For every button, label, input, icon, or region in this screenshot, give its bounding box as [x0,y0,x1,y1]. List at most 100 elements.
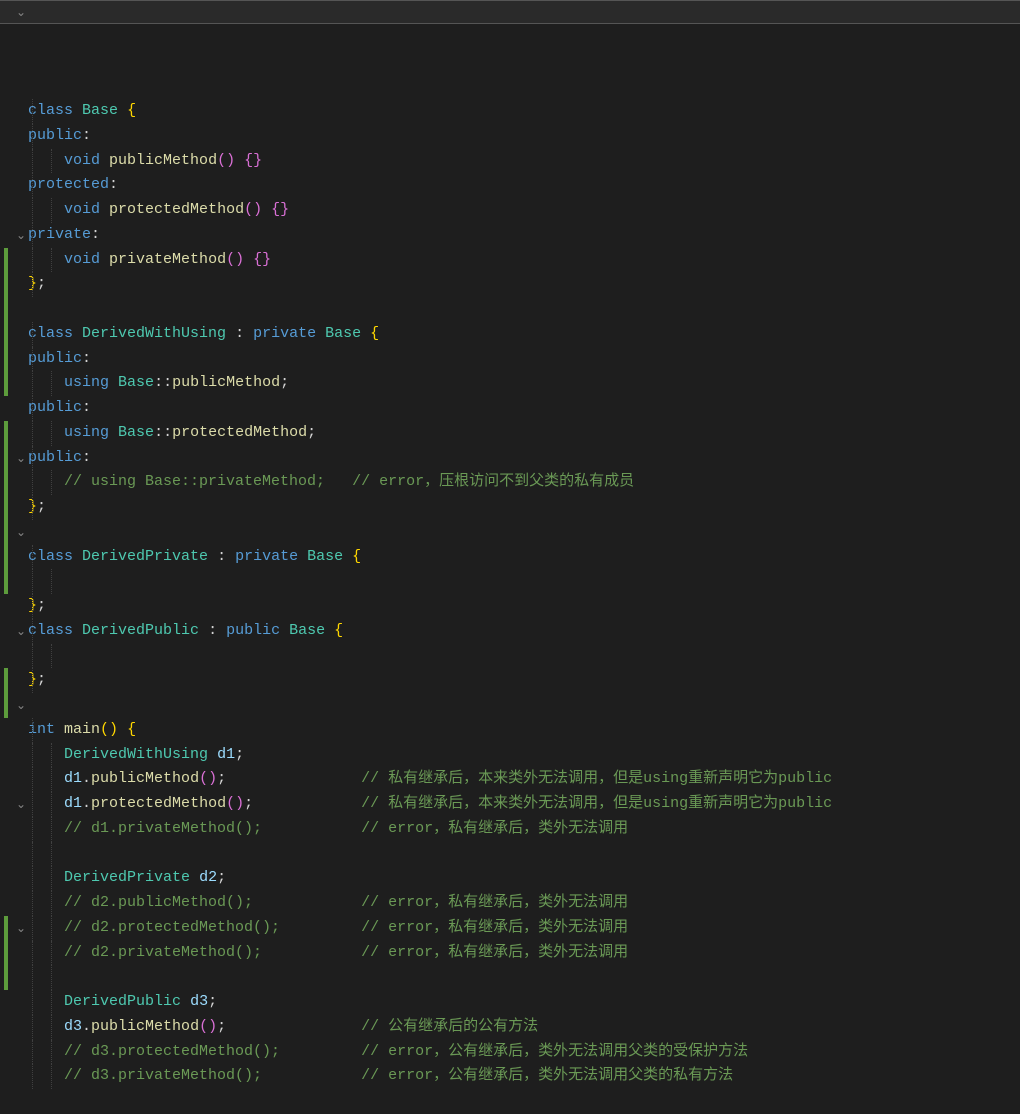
token-type: DerivedPrivate [82,548,208,565]
token-brace2: {} [253,251,271,268]
token-txt [190,869,199,886]
code-line[interactable]: public: [28,347,1020,372]
code-line[interactable]: }; [28,668,1020,693]
code-line[interactable]: public: [28,446,1020,471]
token-punct: :: [154,374,172,391]
token-txt [235,152,244,169]
token-type: Base [118,424,154,441]
fold-chevron-icon[interactable]: ⌄ [14,796,28,816]
token-punct: ; [208,993,217,1010]
code-line[interactable]: }; [28,495,1020,520]
token-txt [28,1018,64,1035]
token-kw: private [235,548,298,565]
code-line[interactable]: // d1.privateMethod(); // error，私有继承后，类外… [28,817,1020,842]
token-type: Base [82,102,118,119]
fold-chevron-icon[interactable]: ⌄ [14,623,28,643]
token-comment: // d2.publicMethod(); // error，私有继承后，类外无… [64,894,628,911]
token-kw: void [64,201,100,218]
indent-guide [32,124,33,149]
code-line[interactable]: using Base::publicMethod; [28,371,1020,396]
token-txt [298,548,307,565]
token-punct: . [82,795,91,812]
code-line[interactable]: // d2.protectedMethod(); // error，私有继承后，… [28,916,1020,941]
indent-guide [32,668,33,693]
code-line[interactable]: DerivedPrivate d2; [28,866,1020,891]
token-kw: class [28,102,73,119]
token-txt [28,944,64,961]
code-line[interactable]: class Base { [28,99,1020,124]
token-brace: { [352,548,361,565]
token-fn: protectedMethod [109,201,244,218]
code-line[interactable]: }; [28,594,1020,619]
token-fn: protectedMethod [172,424,307,441]
token-kw: class [28,325,73,342]
code-line[interactable] [28,693,1020,718]
code-line[interactable]: // d3.protectedMethod(); // error，公有继承后，… [28,1040,1020,1065]
code-line[interactable]: DerivedWithUsing d1; [28,743,1020,768]
token-txt [244,325,253,342]
token-brace2: () [244,201,262,218]
code-line[interactable]: d1.protectedMethod(); // 私有继承后，本来类外无法调用，… [28,792,1020,817]
code-line[interactable]: // d3.privateMethod(); // error，公有继承后，类外… [28,1064,1020,1089]
token-txt [208,746,217,763]
token-type: Base [118,374,154,391]
code-area[interactable]: class Base {public: void publicMethod() … [28,99,1020,1089]
code-line[interactable]: DerivedPublic d3; [28,990,1020,1015]
fold-chevron-icon[interactable]: ⌄ [14,920,28,940]
code-line[interactable] [28,965,1020,990]
token-var: d1 [64,770,82,787]
code-line[interactable] [28,520,1020,545]
token-kw: private [28,226,91,243]
code-line[interactable]: void privateMethod() {} [28,248,1020,273]
code-line[interactable]: // d2.publicMethod(); // error，私有继承后，类外无… [28,891,1020,916]
code-line[interactable]: // d2.privateMethod(); // error，私有继承后，类外… [28,941,1020,966]
code-line[interactable] [28,297,1020,322]
code-line[interactable]: class DerivedPublic : public Base { [28,619,1020,644]
fold-chevron-icon[interactable]: ⌄ [14,4,28,24]
code-line[interactable] [28,569,1020,594]
fold-chevron-icon[interactable]: ⌄ [14,450,28,470]
token-kw: void [64,152,100,169]
token-comment: // 私有继承后，本来类外无法调用，但是using重新声明它为public [361,770,832,787]
code-line[interactable]: public: [28,124,1020,149]
token-var: d1 [64,795,82,812]
indent-guide [51,941,52,966]
code-line[interactable]: void publicMethod() {} [28,149,1020,174]
fold-chevron-icon[interactable]: ⌄ [14,524,28,544]
code-line[interactable]: // using Base::privateMethod; // error，压… [28,470,1020,495]
code-line[interactable]: private: [28,223,1020,248]
token-txt [109,424,118,441]
code-line[interactable]: class DerivedWithUsing : private Base { [28,322,1020,347]
indent-guide [32,545,33,570]
token-txt [100,152,109,169]
code-line[interactable]: public: [28,396,1020,421]
token-txt [28,746,64,763]
indent-guide [32,272,33,297]
code-line[interactable]: using Base::protectedMethod; [28,421,1020,446]
token-type: Base [307,548,343,565]
indent-guide [32,817,33,842]
indent-guide [32,1015,33,1040]
code-line[interactable]: protected: [28,173,1020,198]
token-txt [262,201,271,218]
fold-chevron-icon[interactable]: ⌄ [14,697,28,717]
active-line-highlight [0,0,1020,24]
token-kw: public [28,127,82,144]
code-line[interactable]: d1.publicMethod(); // 私有继承后，本来类外无法调用，但是u… [28,767,1020,792]
code-editor[interactable]: class Base {public: void publicMethod() … [0,0,1020,1114]
indent-guide [32,619,33,644]
code-line[interactable]: class DerivedPrivate : private Base { [28,545,1020,570]
code-line[interactable] [28,644,1020,669]
code-line[interactable]: }; [28,272,1020,297]
code-line[interactable] [28,842,1020,867]
fold-chevron-icon[interactable]: ⌄ [14,227,28,247]
code-line[interactable]: d3.publicMethod(); // 公有继承后的公有方法 [28,1015,1020,1040]
indent-guide [51,891,52,916]
token-punct: : [82,127,91,144]
token-txt [28,473,64,490]
token-punct: ; [37,671,46,688]
token-fn: publicMethod [109,152,217,169]
code-line[interactable]: int main() { [28,718,1020,743]
token-var: d2 [199,869,217,886]
code-line[interactable]: void protectedMethod() {} [28,198,1020,223]
